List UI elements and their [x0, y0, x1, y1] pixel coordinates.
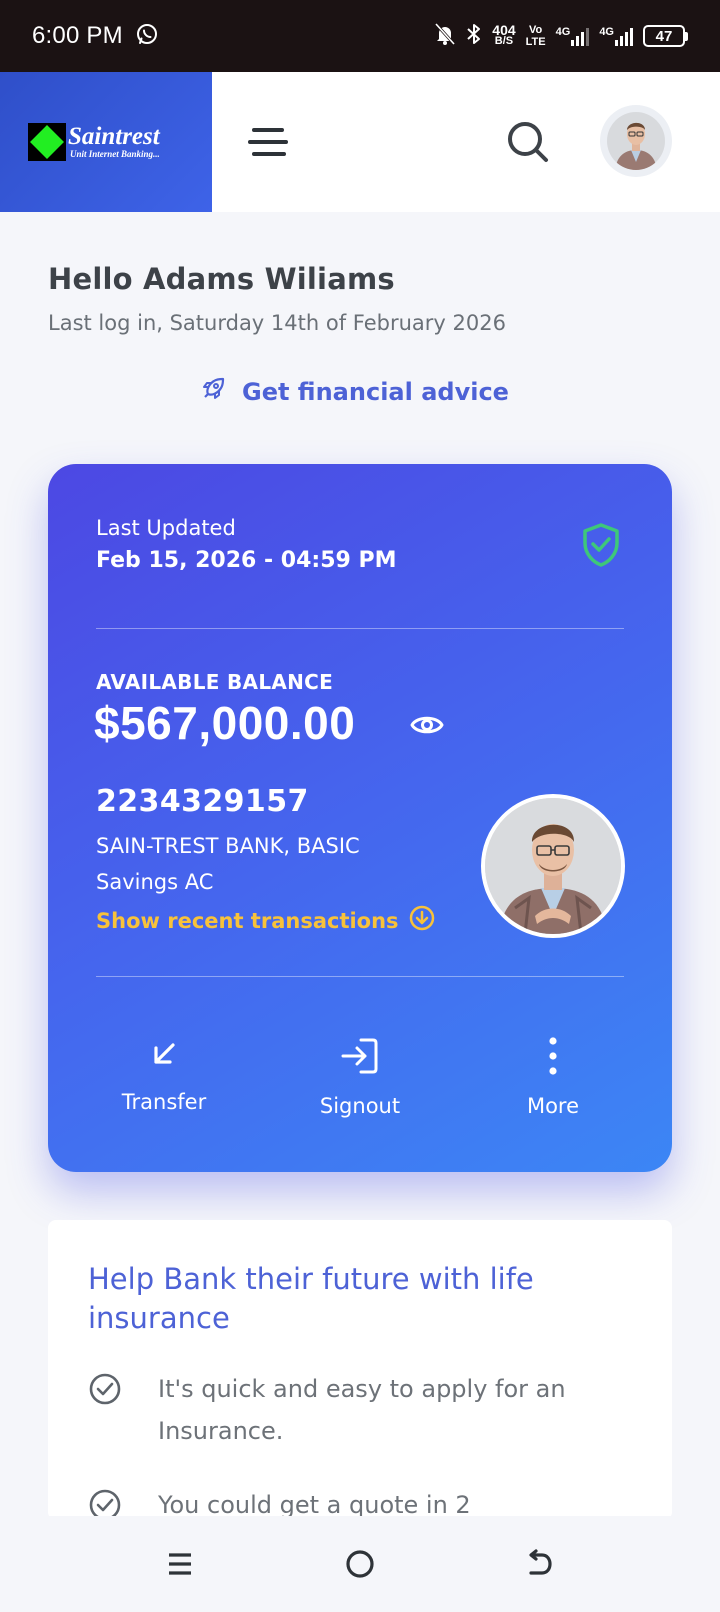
list-item-text: It's quick and easy to apply for an Insu…: [158, 1375, 566, 1445]
rocket-icon: [200, 376, 226, 408]
balance-amount: $567,000.00: [94, 697, 356, 749]
transfer-button[interactable]: Transfer: [84, 1036, 244, 1114]
home-icon[interactable]: [340, 1544, 380, 1584]
whatsapp-icon: [135, 22, 159, 50]
bank-name: SAIN-TREST BANK, BASIC: [96, 834, 360, 858]
arrow-down-left-icon: [146, 1036, 182, 1076]
sign-in-icon: [339, 1036, 381, 1080]
signal-2-icon: 4G: [599, 26, 633, 46]
last-login-text: Last log in, Saturday 14th of February 2…: [48, 311, 506, 335]
eye-icon[interactable]: [410, 712, 444, 742]
network-speed: 404 B/S: [492, 22, 516, 47]
recent-transactions-label: Show recent transactions: [96, 908, 399, 933]
brand-area[interactable]: Saintrest Unit Internet Banking...: [0, 72, 212, 212]
more-button[interactable]: More: [473, 1036, 633, 1118]
greeting-title: Hello Adams Wiliams: [48, 262, 395, 296]
account-number: 2234329157: [96, 784, 309, 819]
recent-apps-icon[interactable]: [160, 1544, 200, 1584]
avatar: [607, 112, 665, 170]
status-bar: 6:00 PM 404 B/S Vo LTE 4G 4G 47: [0, 0, 720, 72]
check-circle-icon: [88, 1372, 122, 1452]
account-type: Savings AC: [96, 870, 214, 894]
list-item: You could get a quote in 2: [88, 1484, 628, 1520]
battery-icon: 47: [643, 25, 688, 47]
list-item: It's quick and easy to apply for an Insu…: [88, 1368, 628, 1452]
last-updated-label: Last Updated: [96, 516, 236, 540]
financial-advice-label: Get financial advice: [242, 378, 509, 406]
transfer-label: Transfer: [121, 1090, 207, 1114]
app-header: Saintrest Unit Internet Banking...: [0, 72, 720, 212]
battery-level: 47: [643, 25, 685, 47]
insurance-card: Help Bank their future with life insuran…: [48, 1220, 672, 1520]
more-vertical-icon: [547, 1036, 559, 1080]
list-item-text: You could get a quote in 2: [158, 1491, 471, 1519]
signout-label: Signout: [319, 1094, 401, 1118]
insurance-title: Help Bank their future with life insuran…: [88, 1262, 534, 1335]
arrow-down-circle-icon: [409, 905, 435, 936]
account-avatar: [481, 794, 625, 938]
card-divider: [96, 628, 624, 629]
mute-bell-icon: [434, 22, 456, 50]
back-icon[interactable]: [520, 1544, 560, 1584]
logo-mark-icon: [28, 123, 66, 161]
signal-1-icon: 4G: [556, 26, 590, 46]
more-label: More: [526, 1094, 580, 1118]
menu-icon[interactable]: [244, 122, 288, 162]
logo-tagline: Unit Internet Banking...: [70, 149, 160, 159]
system-nav-bar: [0, 1516, 720, 1612]
search-icon[interactable]: [504, 118, 552, 166]
last-updated-value: Feb 15, 2026 - 04:59 PM: [96, 548, 397, 573]
bluetooth-icon: [466, 22, 482, 50]
signout-button[interactable]: Signout: [280, 1036, 440, 1118]
logo-name: Saintrest: [68, 123, 160, 150]
balance-card: Last Updated Feb 15, 2026 - 04:59 PM AVA…: [48, 464, 672, 1172]
status-time: 6:00 PM: [32, 22, 123, 49]
volte-indicator: Vo LTE: [525, 24, 546, 48]
logo[interactable]: Saintrest Unit Internet Banking...: [28, 123, 160, 161]
financial-advice-link[interactable]: Get financial advice: [200, 376, 509, 408]
recent-transactions-link[interactable]: Show recent transactions: [96, 905, 435, 936]
available-balance-label: AVAILABLE BALANCE: [96, 670, 334, 694]
card-divider: [96, 976, 624, 977]
shield-check-icon: [581, 522, 621, 572]
profile-avatar-button[interactable]: [600, 105, 672, 177]
